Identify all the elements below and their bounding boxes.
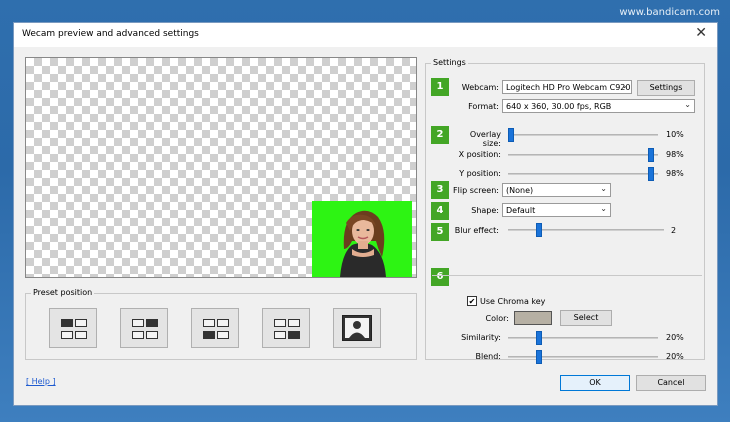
settings-group-label: Settings [431, 58, 468, 67]
preset-cell [61, 319, 73, 327]
blend-label: Blend: [475, 352, 501, 361]
preset-cell [61, 331, 73, 339]
similarity-slider[interactable] [508, 331, 658, 345]
y-position-slider[interactable] [508, 167, 658, 181]
slider-thumb[interactable] [536, 223, 542, 237]
shape-select[interactable]: Default ⌄ [502, 203, 611, 217]
chevron-down-icon: ⌄ [621, 81, 628, 90]
x-position-value: 98% [666, 150, 684, 159]
format-label: Format: [468, 102, 499, 111]
y-position-value: 98% [666, 169, 684, 178]
person-image [312, 201, 412, 277]
format-select-value: 640 x 360, 30.00 fps, RGB [506, 102, 612, 111]
preset-full-screen-button[interactable] [333, 308, 381, 348]
blur-effect-label: Blur effect: [454, 226, 499, 235]
preset-cell [146, 331, 158, 339]
overlay-size-label: Overlay size: [469, 130, 501, 148]
chevron-down-icon: ⌄ [600, 184, 607, 193]
overlay-size-slider[interactable] [508, 128, 658, 142]
similarity-value: 20% [666, 333, 684, 342]
shape-select-value: Default [506, 206, 536, 215]
preset-bottom-left-button[interactable] [191, 308, 239, 348]
slider-thumb[interactable] [508, 128, 514, 142]
preset-cell [217, 319, 229, 327]
step-badge-2: 2 [431, 126, 449, 144]
preset-bottom-right-button[interactable] [262, 308, 310, 348]
chevron-down-icon: ⌄ [684, 100, 691, 109]
preset-cell [274, 331, 286, 339]
similarity-label: Similarity: [461, 333, 501, 342]
webcam-overlay[interactable] [312, 201, 412, 277]
person-icon [342, 315, 372, 341]
blend-slider[interactable] [508, 350, 658, 364]
format-select[interactable]: 640 x 360, 30.00 fps, RGB ⌄ [502, 99, 695, 113]
preset-position-group: Preset position [25, 288, 417, 360]
shape-label: Shape: [471, 206, 499, 215]
divider [432, 275, 702, 276]
x-position-slider[interactable] [508, 148, 658, 162]
chroma-key-label: Use Chroma key [480, 297, 546, 306]
y-position-label: Y position: [459, 169, 501, 178]
step-badge-5: 5 [431, 223, 449, 241]
flip-screen-label: Flip screen: [453, 186, 499, 195]
chroma-key-checkbox[interactable]: ✔ [467, 296, 477, 306]
step-badge-6: 6 [431, 268, 449, 286]
close-icon[interactable]: ✕ [695, 25, 707, 41]
chevron-down-icon: ⌄ [600, 204, 607, 213]
overlay-size-value: 10% [666, 130, 684, 139]
flip-screen-select[interactable]: (None) ⌄ [502, 183, 611, 197]
webcam-label: Webcam: [461, 83, 499, 92]
preset-cell [288, 319, 300, 327]
slider-thumb[interactable] [648, 148, 654, 162]
blend-value: 20% [666, 352, 684, 361]
webcam-preview [25, 57, 417, 278]
preset-cell [132, 331, 144, 339]
webcam-settings-button[interactable]: Settings [637, 80, 695, 96]
preset-cell [203, 331, 215, 339]
blur-effect-value: 2 [671, 226, 677, 235]
flip-screen-select-value: (None) [506, 186, 534, 195]
preset-top-right-button[interactable] [120, 308, 168, 348]
color-select-button[interactable]: Select [560, 310, 612, 326]
window-title: Wecam preview and advanced settings [22, 29, 199, 39]
preset-cell [288, 331, 300, 339]
blur-effect-slider[interactable] [508, 223, 664, 237]
preset-cell [75, 331, 87, 339]
cancel-button[interactable]: Cancel [636, 375, 706, 391]
step-badge-1: 1 [431, 78, 449, 96]
step-badge-3: 3 [431, 181, 449, 199]
slider-thumb[interactable] [536, 350, 542, 364]
preset-cell [132, 319, 144, 327]
preset-position-label: Preset position [31, 288, 95, 297]
preset-cell [203, 319, 215, 327]
webcam-select-value: Logitech HD Pro Webcam C920 [506, 83, 631, 92]
preset-top-left-button[interactable] [49, 308, 97, 348]
chroma-color-swatch[interactable] [514, 311, 552, 325]
step-badge-4: 4 [431, 202, 449, 220]
ok-button[interactable]: OK [560, 375, 630, 391]
settings-dialog: Wecam preview and advanced settings ✕ Pr… [13, 22, 718, 406]
x-position-label: X position: [458, 150, 501, 159]
slider-thumb[interactable] [648, 167, 654, 181]
preset-cell [75, 319, 87, 327]
slider-thumb[interactable] [536, 331, 542, 345]
help-link[interactable]: [ Help ] [26, 377, 56, 386]
preset-cell [146, 319, 158, 327]
color-label: Color: [485, 314, 509, 323]
title-bar: Wecam preview and advanced settings ✕ [14, 23, 717, 47]
preset-cell [274, 319, 286, 327]
webcam-select[interactable]: Logitech HD Pro Webcam C920 ⌄ [502, 80, 632, 94]
watermark: www.bandicam.com [619, 7, 720, 18]
preset-cell [217, 331, 229, 339]
